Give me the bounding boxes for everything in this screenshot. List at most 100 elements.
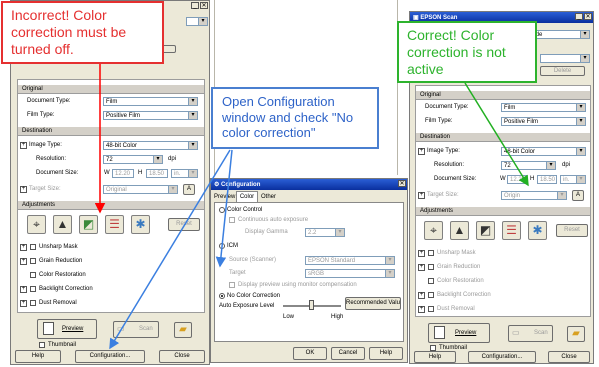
color-control-radio[interactable]	[219, 207, 225, 213]
target-size-select[interactable]: Origin	[501, 191, 567, 200]
width-input[interactable]: 12.20	[112, 169, 134, 178]
document-type-select[interactable]: Film	[501, 103, 586, 112]
no-color-correction-radio[interactable]	[219, 293, 225, 299]
grain-reduction-expand[interactable]: +	[418, 264, 425, 271]
histogram-icon[interactable]: ▲	[450, 221, 469, 240]
unit-select[interactable]: in.	[560, 175, 586, 184]
display-gamma-select[interactable]: 2.2	[305, 228, 345, 237]
height-input[interactable]: 18.50	[537, 175, 557, 184]
mode-select[interactable]	[186, 17, 208, 26]
close-window-button[interactable]: ✕	[584, 13, 592, 20]
folder-button[interactable]: ▰	[567, 326, 585, 342]
no-color-correction-label: No Color Correction	[227, 293, 281, 299]
color-palette-icon[interactable]: ✱	[528, 221, 547, 240]
backlight-correction-checkbox[interactable]	[30, 286, 36, 292]
ok-button[interactable]: OK	[293, 347, 327, 360]
close-button[interactable]: Close	[159, 350, 205, 363]
image-type-expand[interactable]: +	[418, 148, 425, 155]
film-type-select[interactable]: Positive Film	[501, 117, 586, 126]
configuration-button[interactable]: Configuration...	[468, 351, 536, 363]
scan-button[interactable]: ▭ Scan	[113, 321, 159, 338]
unsharp-mask-expand[interactable]: +	[20, 244, 27, 251]
orientation-button[interactable]: A	[572, 190, 584, 201]
width-input[interactable]: 12.20	[507, 175, 527, 184]
reset-button[interactable]: Reset	[168, 218, 200, 231]
unsharp-mask-checkbox[interactable]	[30, 244, 36, 250]
cancel-button[interactable]: Cancel	[331, 347, 365, 360]
resolution-label: Resolution:	[36, 156, 67, 162]
help-button[interactable]: Help	[414, 351, 456, 363]
resolution-select[interactable]: 72	[103, 155, 163, 164]
adjustments-group-header: Adjustments	[18, 200, 204, 210]
dust-removal-expand[interactable]: +	[418, 306, 425, 313]
scan-icon: ▭	[117, 324, 125, 333]
continuous-exposure-checkbox[interactable]	[229, 217, 235, 223]
close-window-button[interactable]: ✕	[200, 2, 208, 9]
grain-reduction-expand[interactable]: +	[20, 258, 27, 265]
backlight-correction-expand[interactable]: +	[20, 286, 27, 293]
target-profile-label: Target	[229, 270, 246, 276]
color-restoration-checkbox[interactable]	[30, 272, 36, 278]
backlight-correction-expand[interactable]: +	[418, 292, 425, 299]
target-profile-select[interactable]: sRGB	[305, 269, 395, 278]
thumbnail-checkbox[interactable]	[39, 342, 45, 348]
settings-select[interactable]	[540, 54, 590, 63]
auto-exposure-icon[interactable]: ⌖	[27, 215, 46, 234]
image-type-expand[interactable]: +	[20, 142, 27, 149]
source-scanner-select[interactable]: EPSON Standard	[305, 256, 395, 265]
color-palette-icon[interactable]: ✱	[131, 215, 150, 234]
delete-button[interactable]: Delete	[540, 66, 585, 76]
document-type-select[interactable]: Film	[103, 97, 198, 106]
grain-reduction-checkbox[interactable]	[30, 258, 36, 264]
image-adjustment-icon[interactable]: ☰	[105, 215, 124, 234]
help-button[interactable]: Help	[15, 350, 61, 363]
target-size-expand[interactable]: +	[20, 186, 27, 193]
scan-button[interactable]: ▭ Scan	[508, 325, 553, 342]
tone-correction-icon[interactable]: ◩	[476, 221, 495, 240]
source-scanner-label: Source (Scanner)	[229, 257, 277, 263]
tab-preview[interactable]: Preview	[214, 194, 235, 200]
orientation-button[interactable]: A	[183, 184, 195, 195]
tab-other[interactable]: Other	[261, 194, 276, 200]
minimize-window-button[interactable]: _	[575, 13, 583, 20]
preview-button[interactable]: Preview	[428, 323, 490, 343]
unsharp-mask-expand[interactable]: +	[418, 250, 425, 257]
image-type-select[interactable]: 48-bit Color	[501, 147, 586, 156]
color-restoration-label: Color Restoration	[437, 278, 484, 284]
folder-button[interactable]: ▰	[174, 322, 192, 338]
minimize-window-button[interactable]: _	[191, 2, 199, 9]
reset-button[interactable]: Reset	[556, 224, 588, 237]
recommended-value-button[interactable]: Recommended Value	[345, 297, 401, 310]
dialog-titlebar: ⚙ Configuration	[211, 179, 407, 190]
incorrect-callout: Incorrect! Color correction must be turn…	[1, 1, 164, 64]
resolution-select[interactable]: 72	[501, 161, 556, 170]
target-size-select[interactable]: Original	[103, 185, 178, 194]
color-restoration-checkbox[interactable]	[428, 278, 434, 284]
auto-exposure-icon[interactable]: ⌖	[424, 221, 443, 240]
configuration-button[interactable]: Configuration...	[75, 350, 145, 363]
close-dialog-button[interactable]: ✕	[398, 180, 406, 187]
image-type-select[interactable]: 48-bit Color	[103, 141, 198, 150]
film-type-select[interactable]: Positive Film	[103, 111, 198, 120]
tone-correction-icon[interactable]: ◩	[79, 215, 98, 234]
dust-removal-checkbox[interactable]	[428, 306, 434, 312]
unit-select[interactable]: in.	[171, 169, 198, 178]
dust-removal-checkbox[interactable]	[30, 300, 36, 306]
image-adjustment-icon[interactable]: ☰	[502, 221, 521, 240]
icm-radio[interactable]	[219, 243, 225, 249]
display-preview-checkbox[interactable]	[229, 282, 235, 288]
tab-color[interactable]: Color	[236, 191, 258, 202]
preview-button[interactable]: Preview	[37, 319, 97, 339]
dust-removal-expand[interactable]: +	[20, 300, 27, 307]
target-size-expand[interactable]: +	[418, 192, 425, 199]
height-label: H	[530, 176, 535, 182]
slider-thumb[interactable]	[309, 300, 314, 310]
grain-reduction-checkbox[interactable]	[428, 264, 434, 270]
help-button[interactable]: Help	[369, 347, 403, 360]
histogram-icon[interactable]: ▲	[53, 215, 72, 234]
height-input[interactable]: 18.50	[146, 169, 168, 178]
close-button[interactable]: Close	[548, 351, 590, 363]
backlight-correction-checkbox[interactable]	[428, 292, 434, 298]
unsharp-mask-checkbox[interactable]	[428, 250, 434, 256]
color-control-label: Color Control	[227, 207, 263, 213]
